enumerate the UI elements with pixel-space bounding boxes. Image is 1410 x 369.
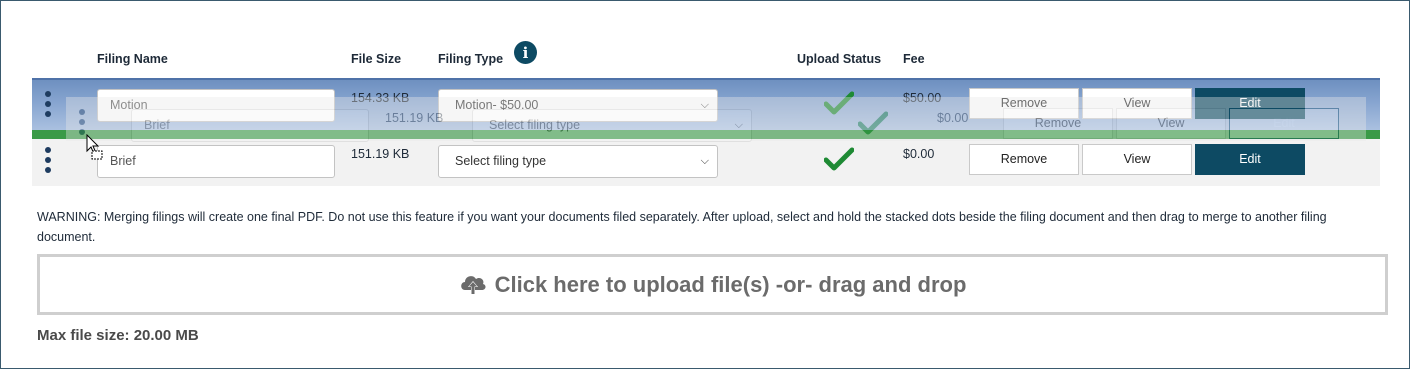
- checkmark-icon: [824, 91, 854, 115]
- filing-type-value: Motion- $50.00: [455, 98, 539, 112]
- drag-handle-icon[interactable]: [45, 91, 53, 121]
- info-glyph: i: [522, 43, 529, 62]
- filing-name-input[interactable]: Motion: [97, 89, 335, 122]
- filings-panel: Filing Name File Size Filing Type i Uplo…: [0, 0, 1410, 369]
- chevron-down-icon: ⌵: [700, 99, 709, 111]
- info-icon[interactable]: i: [514, 41, 537, 64]
- remove-button[interactable]: Remove: [969, 144, 1079, 175]
- upload-label: Click here to upload file(s) -or- drag a…: [494, 271, 967, 297]
- max-file-size: Max file size: 20.00 MB: [37, 327, 199, 344]
- chevron-down-icon: ⌵: [700, 155, 709, 167]
- drop-indicator: [32, 130, 1380, 139]
- view-button[interactable]: View: [1082, 88, 1192, 119]
- cloud-upload-icon: [460, 275, 486, 295]
- upload-dropzone[interactable]: Click here to upload file(s) -or- drag a…: [37, 254, 1388, 315]
- fee-value: $0.00: [903, 147, 935, 161]
- drag-handle-icon[interactable]: [45, 147, 53, 177]
- fee-value: $50.00: [903, 91, 942, 105]
- header-upload-status: Upload Status: [797, 52, 882, 66]
- header-fee: Fee: [903, 52, 925, 66]
- edit-button[interactable]: Edit: [1195, 144, 1305, 175]
- view-button[interactable]: View: [1082, 144, 1192, 175]
- checkmark-icon: [824, 147, 854, 171]
- remove-button[interactable]: Remove: [969, 88, 1079, 119]
- filing-type-select[interactable]: Motion- $50.00 ⌵: [438, 89, 718, 122]
- header-filing-name: Filing Name: [97, 52, 168, 66]
- filing-name-input[interactable]: Brief: [97, 145, 335, 178]
- header-filing-type: Filing Type: [438, 52, 504, 66]
- file-size: 154.33 KB: [351, 91, 410, 105]
- header-file-size: File Size: [351, 52, 402, 66]
- edit-button[interactable]: Edit: [1195, 88, 1305, 119]
- filing-type-select[interactable]: Select filing type ⌵: [438, 145, 718, 178]
- filing-type-value: Select filing type: [455, 154, 547, 168]
- merge-warning: WARNING: Merging filings will create one…: [37, 210, 1327, 244]
- file-size: 151.19 KB: [351, 147, 410, 161]
- drag-cursor-icon: [86, 134, 103, 160]
